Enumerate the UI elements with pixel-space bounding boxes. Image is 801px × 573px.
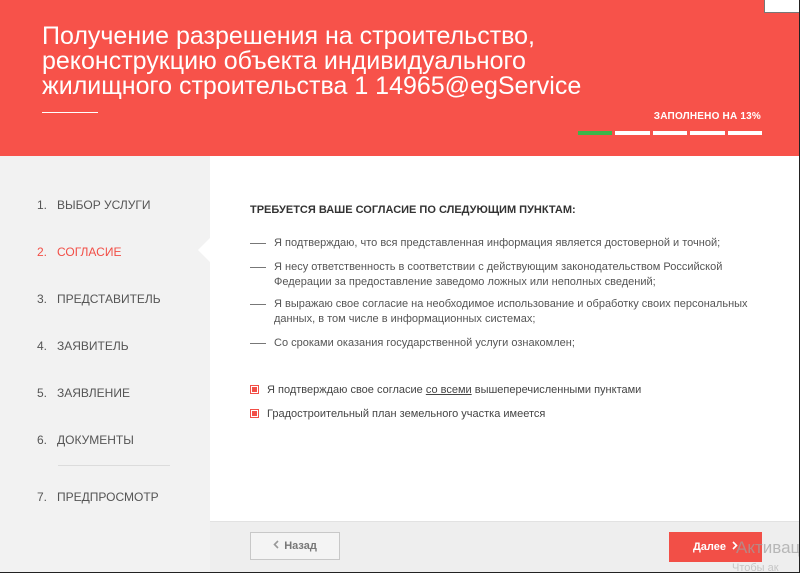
sidebar-step-representative[interactable]: 3. ПРЕДСТАВИТЕЛЬ xyxy=(37,292,161,306)
agreement-text: Со сроками оказания государственной услу… xyxy=(274,337,575,349)
step-number: 4. xyxy=(37,339,48,353)
next-button[interactable]: Далее xyxy=(669,532,762,562)
step-label: ВЫБОР УСЛУГИ xyxy=(57,198,151,212)
back-button[interactable]: Назад xyxy=(250,532,340,560)
page-title-line-3: жилищного строительства 1 14965@egServic… xyxy=(42,72,582,100)
consent-checkbox[interactable] xyxy=(250,384,259,394)
agreement-item: Со сроками оказания государственной услу… xyxy=(250,336,770,351)
sidebar-step-preview[interactable]: 7. ПРЕДПРОСМОТР xyxy=(37,490,159,504)
consent-panel: ТРЕБУЕТСЯ ВАШЕ СОГЛАСИЕ ПО СЛЕДУЮЩИМ ПУН… xyxy=(210,156,799,521)
sidebar-step-consent[interactable]: 2. СОГЛАСИЕ xyxy=(37,245,121,259)
agreement-text: Я несу ответственность в соответствии с … xyxy=(274,261,723,288)
sidebar-divider xyxy=(58,465,170,466)
step-label: ЗАЯВЛЕНИЕ xyxy=(57,386,130,400)
sidebar-step-application[interactable]: 5. ЗАЯВЛЕНИЕ xyxy=(37,386,130,400)
progress-segment xyxy=(578,131,613,135)
step-label: ПРЕДПРОСМОТР xyxy=(57,490,159,504)
chevron-left-icon xyxy=(273,540,279,552)
progress-segment xyxy=(615,131,650,135)
step-number: 1. xyxy=(37,198,48,212)
dash-marker xyxy=(250,304,266,305)
step-label: ПРЕДСТАВИТЕЛЬ xyxy=(57,292,161,306)
plan-label: Градостроительный план земельного участк… xyxy=(267,408,546,420)
progress-segment xyxy=(690,131,725,135)
plan-checkbox-row[interactable]: Градостроительный план земельного участк… xyxy=(250,408,545,420)
step-label: ДОКУМЕНТЫ xyxy=(57,433,134,447)
steps-sidebar: 1. ВЫБОР УСЛУГИ 2. СОГЛАСИЕ 3. ПРЕДСТАВИТЕЛ… xyxy=(0,156,210,572)
consent-checkbox-row[interactable]: Я подтверждаю свое согласие со всеми выш… xyxy=(250,384,641,396)
plan-checkbox[interactable] xyxy=(250,408,259,418)
agreement-item: Я выражаю свое согласие на необходимое и… xyxy=(250,297,770,327)
sidebar-step-applicant[interactable]: 4. ЗАЯВИТЕЛЬ xyxy=(37,339,129,353)
step-number: 7. xyxy=(37,490,48,504)
step-label: СОГЛАСИЕ xyxy=(57,245,122,259)
chevron-right-icon xyxy=(732,541,738,553)
title-underline xyxy=(42,112,98,113)
form-footer: Назад Далее Активац Чтобы ак xyxy=(210,521,799,573)
step-number: 2. xyxy=(37,245,48,259)
consent-label-start: Я подтверждаю свое согласие xyxy=(267,384,426,396)
page-title-line-2: реконструкцию объекта индивидуального xyxy=(42,47,526,75)
agreement-text: Я подтверждаю, что вся представленная ин… xyxy=(274,237,721,249)
activation-watermark-sub: Чтобы ак xyxy=(732,562,779,573)
app-window: Получение разрешения на строительство, р… xyxy=(0,0,800,573)
progress-label: ЗАПОЛНЕНО НА 13% xyxy=(653,111,761,122)
step-label: ЗАЯВИТЕЛЬ xyxy=(57,339,129,353)
sidebar-step-documents[interactable]: 6. ДОКУМЕНТЫ xyxy=(37,433,134,447)
agreement-text: Я выражаю свое согласие на необходимое и… xyxy=(274,298,748,325)
step-number: 3. xyxy=(37,292,48,306)
progress-segment xyxy=(727,131,763,135)
agreement-item: Я подтверждаю, что вся представленная ин… xyxy=(250,236,770,251)
dash-marker xyxy=(250,343,266,344)
step-number: 6. xyxy=(37,433,48,447)
sidebar-step-service[interactable]: 1. ВЫБОР УСЛУГИ xyxy=(37,198,151,212)
section-heading: ТРЕБУЕТСЯ ВАШЕ СОГЛАСИЕ ПО СЛЕДУЮЩИМ ПУН… xyxy=(250,204,576,216)
progress-segment xyxy=(652,131,688,135)
active-step-pointer xyxy=(198,238,210,262)
page-title-line-1: Получение разрешения на строительство, xyxy=(42,22,536,50)
next-button-label: Далее xyxy=(692,541,727,553)
consent-all-link[interactable]: со всеми xyxy=(426,384,472,396)
step-number: 5. xyxy=(37,386,48,400)
dash-marker xyxy=(250,243,266,244)
consent-label-end: вышеперечисленными пунктами xyxy=(471,384,642,396)
page-header: Получение разрешения на строительство, р… xyxy=(0,0,799,156)
window-corner-panel xyxy=(764,0,799,13)
dash-marker xyxy=(250,267,266,268)
page-title: Получение разрешения на строительство, р… xyxy=(42,24,642,99)
progress-bar xyxy=(578,131,763,135)
back-button-label: Назад xyxy=(284,540,317,552)
agreement-item: Я несу ответственность в соответствии с … xyxy=(250,260,770,290)
